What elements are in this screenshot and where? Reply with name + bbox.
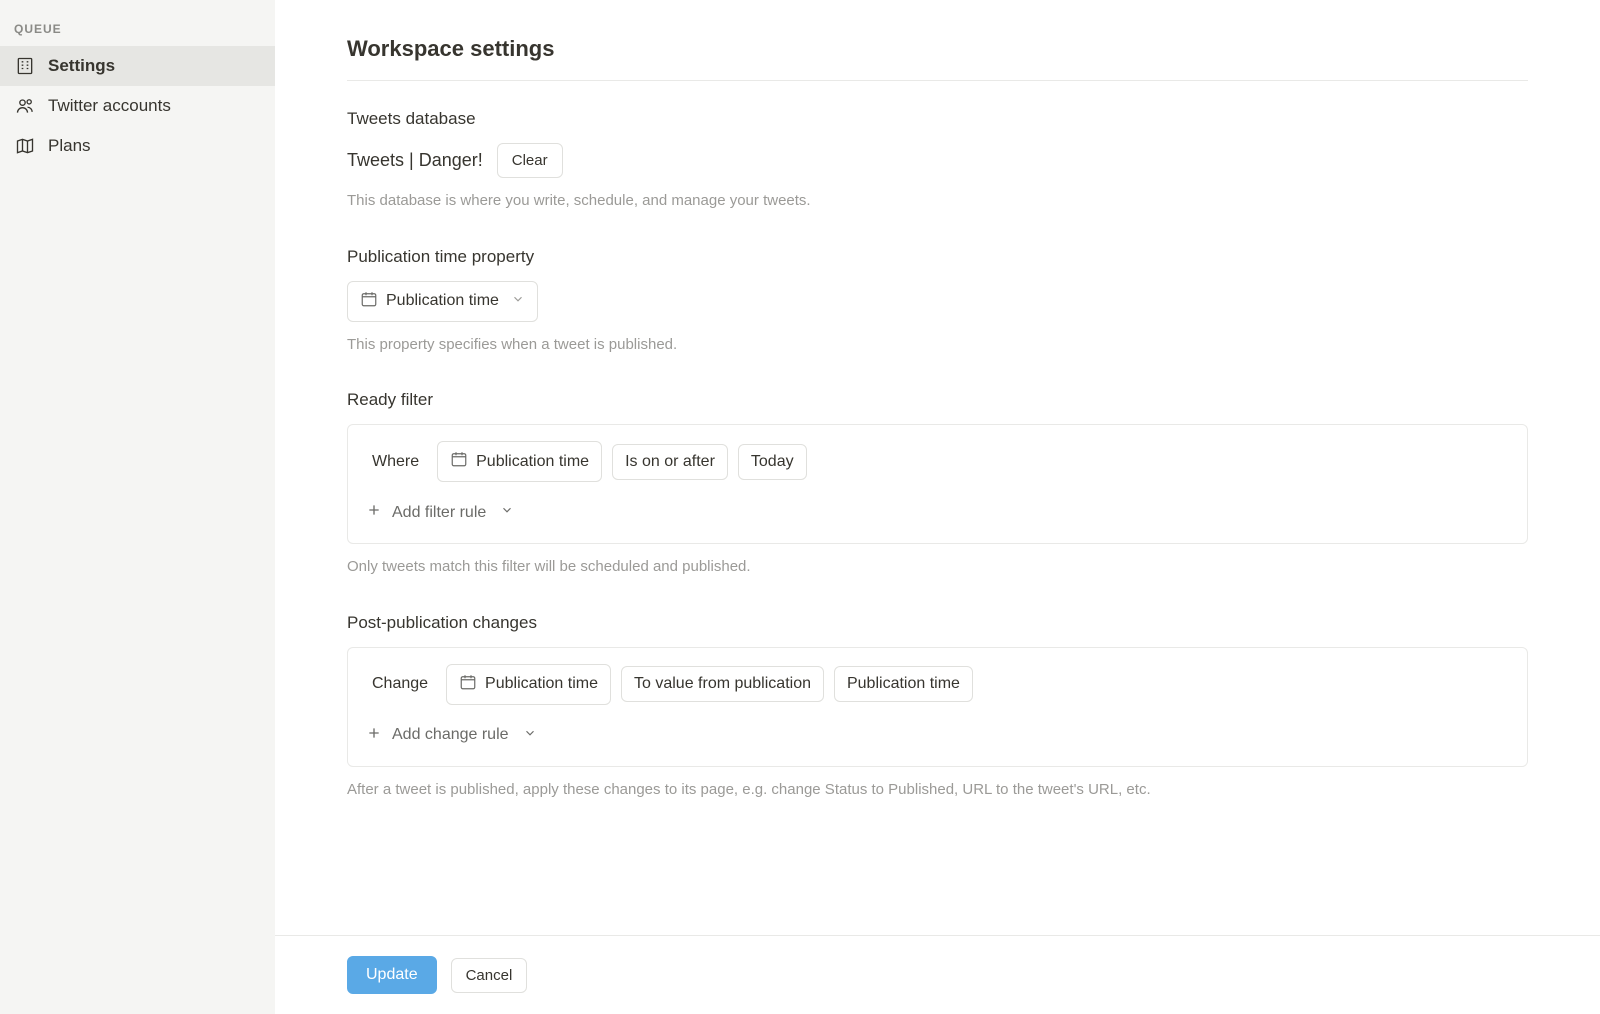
main: Workspace settings Tweets database Tweet… [275,0,1600,1014]
sidebar: QUEUE Settings Twitter accounts Plans [0,0,275,1014]
clear-button[interactable]: Clear [497,143,563,178]
chevron-down-icon [511,292,525,311]
filter-operator-select[interactable]: Is on or after [612,444,728,480]
select-value: Is on or after [625,453,715,471]
help-text: After a tweet is published, apply these … [347,779,1528,802]
publication-time-select[interactable]: Publication time [347,281,538,322]
section-post-publication-changes: Post-publication changes Change Publicat… [347,613,1528,802]
select-value: Publication time [476,453,589,471]
help-text: This database is where you write, schedu… [347,190,1528,213]
filter-rule-row: Where Publication time Is on or after To… [364,441,1511,482]
select-value: Publication time [485,675,598,693]
select-value: Publication time [386,292,499,310]
section-publication-time-property: Publication time property Publication ti… [347,247,1528,357]
sidebar-heading: QUEUE [0,16,275,46]
select-value: To value from publication [634,675,811,693]
chevron-down-icon [523,726,537,745]
select-value: Publication time [847,675,960,693]
filter-value-select[interactable]: Today [738,444,807,480]
section-tweets-database: Tweets database Tweets | Danger! Clear T… [347,109,1528,213]
users-icon [14,95,36,117]
sidebar-item-plans[interactable]: Plans [0,126,275,166]
map-icon [14,135,36,157]
add-rule-label: Add filter rule [392,504,486,522]
section-title: Tweets database [347,109,1528,129]
add-rule-label: Add change rule [392,726,509,744]
divider [347,80,1528,81]
select-value: Today [751,453,794,471]
sidebar-item-settings[interactable]: Settings [0,46,275,86]
section-title: Ready filter [347,390,1528,410]
section-title: Publication time property [347,247,1528,267]
section-ready-filter: Ready filter Where Publication time Is o… [347,390,1528,579]
where-label: Where [364,453,427,471]
plus-icon [366,725,382,746]
change-source-select[interactable]: Publication time [834,666,973,702]
calendar-icon [459,673,477,696]
update-button[interactable]: Update [347,956,437,994]
sidebar-item-label: Plans [48,136,91,156]
add-filter-rule-button[interactable]: Add filter rule [364,498,516,527]
section-title: Post-publication changes [347,613,1528,633]
calendar-icon [450,450,468,473]
footer: Update Cancel [275,935,1600,1014]
page-title: Workspace settings [347,36,1528,62]
sidebar-item-label: Twitter accounts [48,96,171,116]
change-label: Change [364,675,436,693]
help-text: This property specifies when a tweet is … [347,334,1528,357]
cancel-button[interactable]: Cancel [451,958,528,993]
plus-icon [366,502,382,523]
post-publication-box: Change Publication time To value from pu… [347,647,1528,767]
building-icon [14,55,36,77]
tweets-database-name: Tweets | Danger! [347,150,483,171]
sidebar-item-twitter-accounts[interactable]: Twitter accounts [0,86,275,126]
calendar-icon [360,290,378,313]
add-change-rule-button[interactable]: Add change rule [364,721,539,750]
content: Workspace settings Tweets database Tweet… [275,0,1600,935]
sidebar-item-label: Settings [48,56,115,76]
help-text: Only tweets match this filter will be sc… [347,556,1528,579]
chevron-down-icon [500,503,514,522]
change-rule-row: Change Publication time To value from pu… [364,664,1511,705]
change-to-select[interactable]: To value from publication [621,666,824,702]
filter-property-select[interactable]: Publication time [437,441,602,482]
change-property-select[interactable]: Publication time [446,664,611,705]
ready-filter-box: Where Publication time Is on or after To… [347,424,1528,544]
